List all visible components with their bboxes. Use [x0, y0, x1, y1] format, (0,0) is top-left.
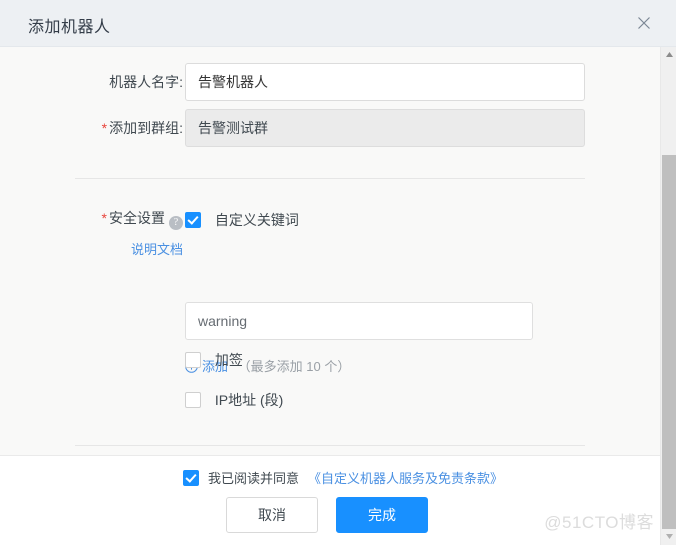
checkbox-row-ip[interactable]: IP地址 (段): [185, 390, 283, 410]
close-icon[interactable]: [634, 13, 654, 33]
documentation-link[interactable]: 说明文档: [58, 239, 183, 258]
checkbox-row-keyword[interactable]: 自定义关键词: [185, 210, 299, 230]
cancel-button[interactable]: 取消: [226, 497, 318, 533]
group-input: [185, 109, 585, 147]
group-label: * 添加到群组:: [102, 118, 183, 138]
page-title: 添加机器人: [28, 19, 111, 36]
robot-name-label: 机器人名字:: [109, 74, 183, 90]
dialog-footer: 我已阅读并同意 《自定义机器人服务及免责条款》 取消 完成: [0, 456, 660, 545]
checkbox-ip-address[interactable]: [185, 392, 201, 408]
help-icon[interactable]: ?: [169, 216, 183, 230]
checkbox-sign-label[interactable]: 加签: [215, 350, 243, 370]
dialog-header: 添加机器人: [0, 0, 676, 47]
agreement-terms-link[interactable]: 《自定义机器人服务及免责条款》: [308, 468, 503, 487]
required-mark: *: [101, 120, 108, 136]
agreement-text: 我已阅读并同意: [208, 471, 300, 486]
checkbox-custom-keyword-label[interactable]: 自定义关键词: [215, 210, 299, 230]
robot-name-row: 机器人名字:: [0, 63, 660, 101]
add-keyword-hint: （最多添加 10 个）: [237, 359, 351, 374]
robot-name-input[interactable]: [185, 63, 585, 101]
required-mark-security: *: [101, 210, 107, 226]
group-label-text: 添加到群组:: [109, 120, 183, 136]
security-label-text: 安全设置: [109, 210, 165, 226]
keyword-input[interactable]: [185, 302, 533, 340]
submit-button[interactable]: 完成: [336, 497, 428, 533]
checkbox-row-sign[interactable]: 加签: [185, 350, 243, 370]
agreement-row: 我已阅读并同意 《自定义机器人服务及免责条款》: [183, 468, 503, 487]
section-divider-bottom: [75, 445, 585, 446]
vertical-scrollbar[interactable]: [660, 47, 676, 545]
checkbox-custom-keyword[interactable]: [185, 212, 201, 228]
add-robot-dialog: 添加机器人 机器人名字: *添加到群组: *安全设置? 说明文档: [0, 0, 676, 545]
checkbox-agreement[interactable]: [183, 469, 199, 486]
footer-buttons: 取消 完成: [226, 497, 428, 533]
scroll-down-icon[interactable]: [661, 529, 676, 545]
security-label: * 安全设置?: [58, 208, 183, 230]
section-divider-top: [75, 178, 585, 179]
scrollbar-thumb[interactable]: [662, 155, 676, 529]
group-row: * 添加到群组:: [0, 109, 660, 147]
scroll-up-icon[interactable]: [661, 47, 676, 63]
checkbox-ip-address-label[interactable]: IP地址 (段): [215, 390, 283, 410]
checkbox-sign[interactable]: [185, 352, 201, 368]
dialog-body: 机器人名字: *添加到群组: *安全设置? 说明文档 自定义关键词: [0, 47, 660, 456]
